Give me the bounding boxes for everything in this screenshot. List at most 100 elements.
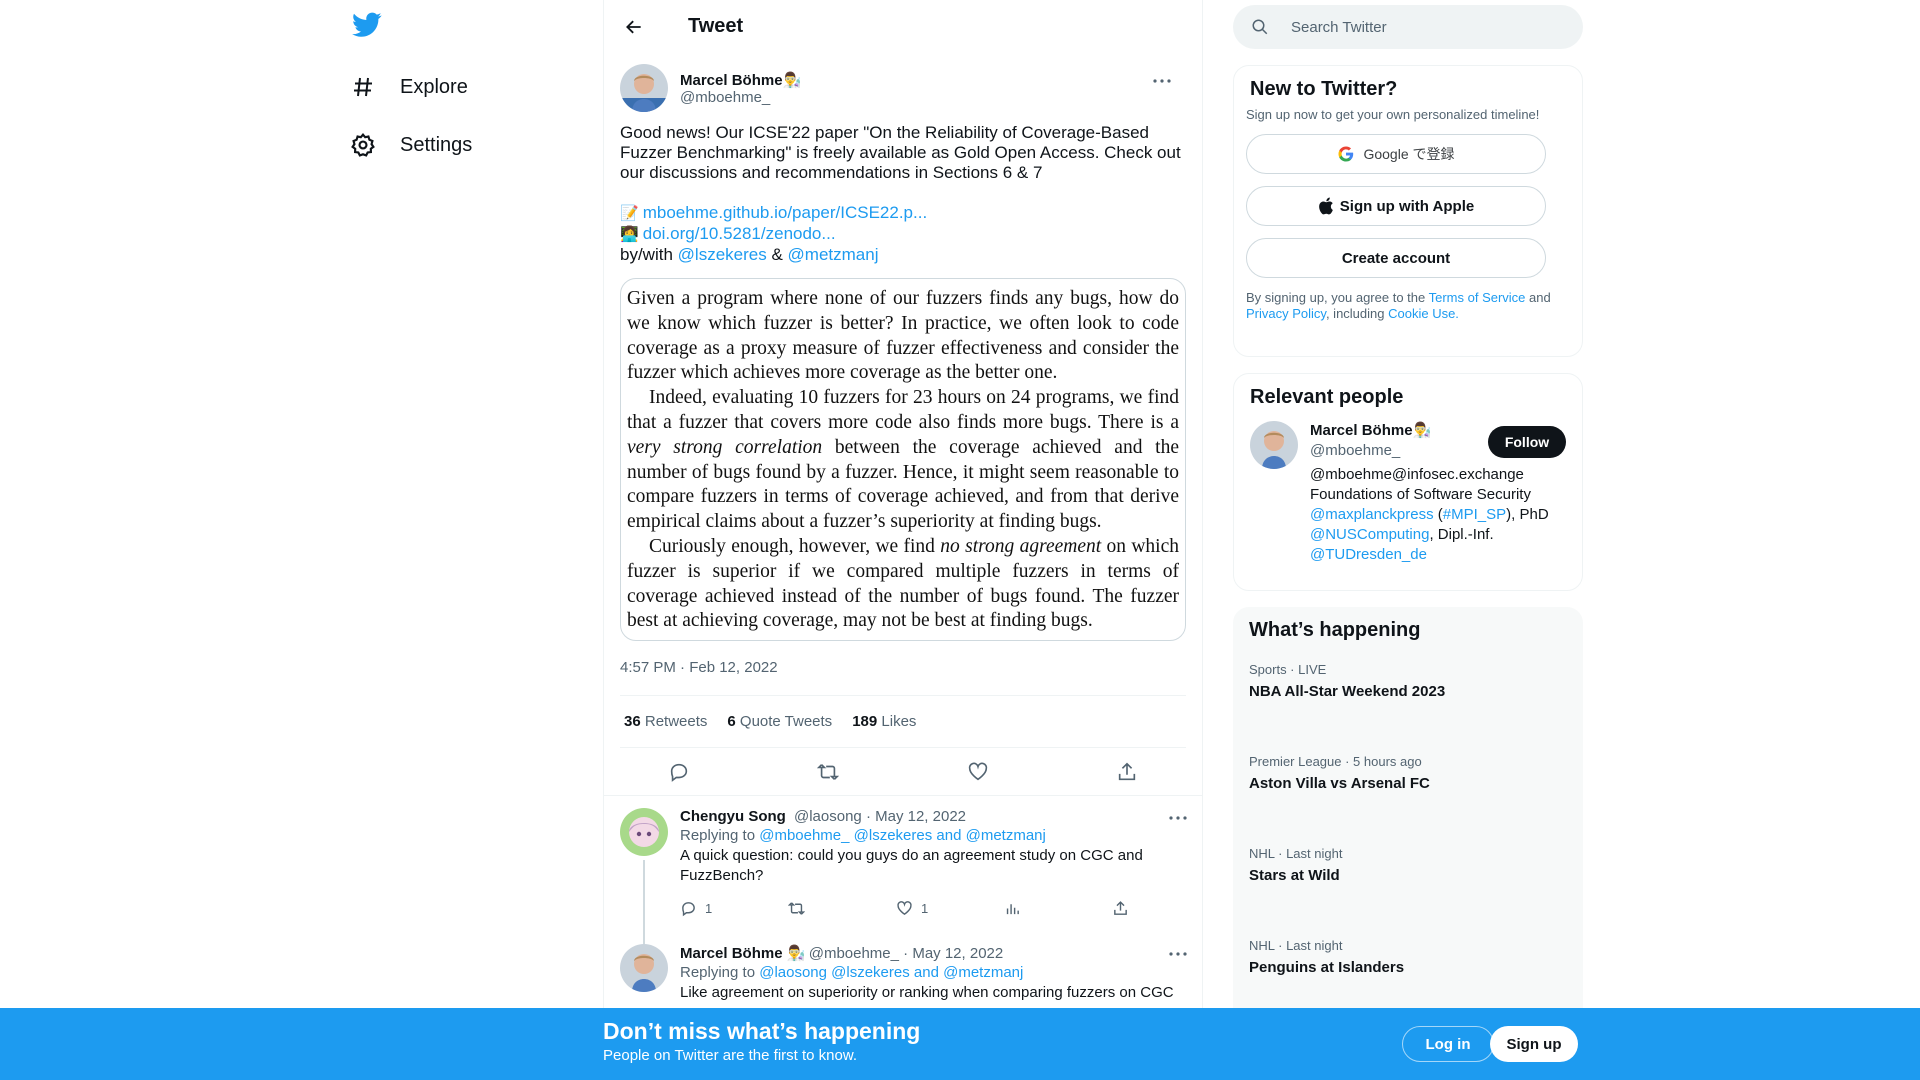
bio-link-maxplanckpress[interactable]: @maxplanckpress [1310, 506, 1434, 523]
main-column: Tweet Marcel Böhme👨‍🔬 @mboehme_ Good new… [603, 0, 1203, 1080]
hashtag-icon [348, 72, 378, 102]
apple-signup-button[interactable]: Sign up with Apple [1246, 186, 1546, 226]
relevant-people-title: Relevant people [1250, 386, 1404, 408]
trend-item[interactable]: NHL · Last night Stars at Wild [1233, 834, 1583, 926]
amp-text: & [771, 245, 783, 264]
author-name[interactable]: Marcel Böhme [680, 72, 783, 89]
signup-banner: Don’t miss what’s happening People on Tw… [0, 1008, 1920, 1080]
nav-explore-label: Explore [400, 75, 468, 98]
scientist-emoji-icon: 👨‍🔬 [786, 945, 806, 962]
terms-link[interactable]: Terms of Service [1429, 290, 1526, 305]
privacy-link[interactable]: Privacy Policy [1246, 306, 1326, 321]
trend-item[interactable]: Premier League · 5 hours ago Aston Villa… [1233, 742, 1583, 834]
back-arrow-icon[interactable] [620, 13, 648, 41]
memo-emoji-icon: 📝 [620, 205, 639, 222]
whats-happening-title: What’s happening [1249, 619, 1421, 641]
banner-headline: Don’t miss what’s happening [603, 1018, 921, 1044]
nav-settings-label: Settings [400, 133, 473, 156]
quotes-stat[interactable]: 6 Quote Tweets [727, 713, 832, 730]
reply-tweet[interactable]: Chengyu Song @laosong · May 12, 2022 Rep… [604, 796, 1202, 950]
tweet-links: 📝 mboehme.github.io/paper/ICSE22.p... 👩‍… [620, 203, 1186, 266]
bywith-text: by/with [620, 245, 673, 264]
gear-icon [348, 130, 378, 160]
share-icon[interactable] [1110, 755, 1144, 789]
follow-button[interactable]: Follow [1488, 426, 1566, 458]
reply-author-handle[interactable]: @mboehme_ [809, 945, 899, 962]
apple-icon [1318, 197, 1334, 215]
mention-metzmanj[interactable]: @metzmanj [788, 245, 879, 264]
analytics-icon[interactable] [1004, 900, 1112, 917]
retweet-button[interactable] [788, 900, 896, 917]
reply-date[interactable]: · May 12, 2022 [903, 945, 1003, 962]
create-account-button[interactable]: Create account [1246, 238, 1546, 278]
person-name[interactable]: Marcel Böhme [1310, 422, 1413, 439]
google-icon [1337, 145, 1355, 163]
mention-lszekeres[interactable]: @lszekeres [678, 245, 767, 264]
reply-date[interactable]: · May 12, 2022 [866, 808, 966, 825]
signup-legal-text: By signing up, you agree to the Terms of… [1246, 290, 1551, 321]
reply-author-name[interactable]: Chengyu Song [680, 808, 786, 825]
more-options-icon[interactable] [1150, 71, 1174, 91]
avatar[interactable] [620, 944, 668, 992]
tweet-actions [604, 748, 1202, 796]
technologist-emoji-icon: 👩‍💻 [620, 226, 639, 243]
avatar[interactable] [1250, 421, 1298, 469]
paper-paragraph-2: Indeed, evaluating 10 fuzzers for 23 hou… [627, 387, 1179, 533]
nav-settings[interactable]: Settings [348, 120, 472, 170]
avatar[interactable] [620, 64, 668, 112]
retweets-stat[interactable]: 36 Retweets [624, 713, 707, 730]
reply-author-handle[interactable]: @laosong [794, 808, 862, 825]
like-icon[interactable] [961, 755, 995, 789]
replying-to-mentions[interactable]: @mboehme_ @lszekeres and @metzmanj [759, 827, 1046, 844]
login-button[interactable]: Log in [1402, 1026, 1494, 1062]
person-bio: @mboehme@infosec.exchange Foundations of… [1310, 466, 1549, 563]
search-input[interactable]: Search Twitter [1233, 5, 1583, 49]
tweet-image[interactable]: Given a program where none of our fuzzer… [620, 278, 1186, 641]
likes-stat[interactable]: 189 Likes [852, 713, 916, 730]
scientist-emoji-icon: 👨‍🔬 [782, 71, 802, 89]
tweet-author: Marcel Böhme👨‍🔬 @mboehme_ [620, 53, 1186, 123]
avatar[interactable] [620, 808, 668, 856]
bio-link-mpi-sp[interactable]: #MPI_SP [1443, 506, 1506, 523]
reply-tweet[interactable]: Marcel Böhme 👨‍🔬 @mboehme_ · May 12, 2022… [604, 918, 1202, 1003]
new-to-twitter-subtitle: Sign up now to get your own personalized… [1246, 107, 1540, 122]
author-handle[interactable]: @mboehme_ [680, 89, 801, 106]
paper-paragraph-1: Given a program where none of our fuzzer… [627, 288, 1179, 384]
signup-button[interactable]: Sign up [1490, 1026, 1578, 1062]
retweet-icon[interactable] [811, 755, 845, 789]
reply-button[interactable]: 1 [680, 900, 788, 917]
right-sidebar: Search Twitter New to Twitter? Sign up n… [1233, 0, 1583, 1027]
cookie-link[interactable]: Cookie Use. [1388, 306, 1459, 321]
page-title: Tweet [688, 15, 744, 37]
tweet-timestamp[interactable]: 4:57 PM · Feb 12, 2022 [620, 659, 1186, 695]
more-options-icon[interactable] [1166, 808, 1190, 828]
bio-link-nuscomputing[interactable]: @NUSComputing [1310, 526, 1429, 543]
trend-item[interactable]: Sports · LIVE NBA All-Star Weekend 2023 [1233, 650, 1583, 742]
bio-link-tudresden[interactable]: @TUDresden_de [1310, 546, 1427, 563]
google-signup-button[interactable]: Google で登録 [1246, 134, 1546, 174]
reply-author-name[interactable]: Marcel Böhme [680, 945, 783, 962]
replying-prefix: Replying to [680, 827, 756, 844]
reply-actions: 1 1 [680, 898, 1220, 918]
paper-link[interactable]: mboehme.github.io/paper/ICSE22.p... [643, 203, 927, 222]
paper-excerpt: Given a program where none of our fuzzer… [627, 287, 1179, 634]
replying-prefix: Replying to [680, 964, 756, 981]
banner-subtext: People on Twitter are the first to know. [603, 1047, 858, 1064]
more-options-icon[interactable] [1166, 944, 1190, 964]
relevant-person[interactable]: Marcel Böhme👨‍🔬 @mboehme_ @mboehme@infos… [1234, 409, 1582, 577]
reply-icon[interactable] [662, 755, 696, 789]
nav-explore[interactable]: Explore [348, 62, 468, 112]
twitter-logo-icon[interactable] [352, 12, 384, 44]
main-tweet: Marcel Böhme👨‍🔬 @mboehme_ Good news! Our… [604, 53, 1202, 748]
scientist-emoji-icon: 👨‍🔬 [1412, 422, 1432, 439]
new-to-twitter-card: New to Twitter? Sign up now to get your … [1233, 65, 1583, 357]
whats-happening-card: What’s happening Sports · LIVE NBA All-S… [1233, 607, 1583, 1027]
share-icon[interactable] [1112, 900, 1220, 917]
replying-to-mentions[interactable]: @laosong @lszekeres and @metzmanj [759, 964, 1023, 981]
tweet-text: Good news! Our ICSE'22 paper "On the Rel… [620, 123, 1181, 182]
trend-item[interactable]: NHL · Last night Penguins at Islanders [1233, 926, 1583, 1018]
search-icon [1251, 18, 1269, 36]
doi-link[interactable]: doi.org/10.5281/zenodo... [643, 224, 836, 243]
like-button[interactable]: 1 [896, 900, 1004, 917]
page-header: Tweet [604, 0, 1202, 53]
